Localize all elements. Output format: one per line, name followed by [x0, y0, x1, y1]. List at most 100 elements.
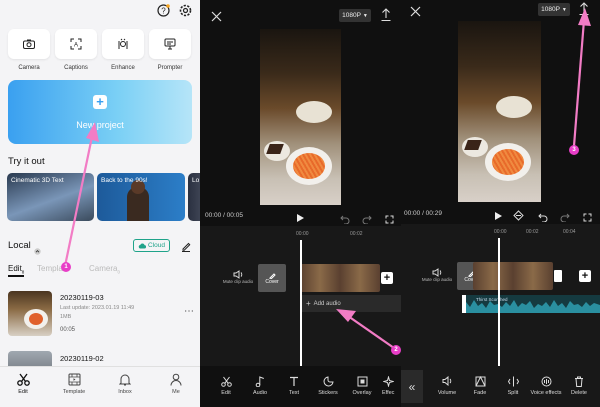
toolbar-volume[interactable]: Volume — [430, 374, 464, 396]
local-dropdown-icon[interactable] — [34, 242, 41, 260]
project-last-update: Last update: 2023.01.19 11:49 — [60, 305, 135, 311]
toolbar-audio-label: Audio — [252, 390, 268, 396]
playback-time: 00:00 / 00:05 — [205, 212, 243, 219]
nav-me-label: Me — [172, 389, 180, 395]
svg-text:A: A — [74, 43, 78, 49]
effects-sparkle-icon — [383, 375, 394, 387]
plus-icon: + — [306, 299, 311, 308]
toolbar-audio[interactable]: Audio — [243, 374, 277, 396]
playhead — [300, 240, 302, 366]
text-icon — [290, 376, 298, 386]
sticker-icon — [323, 375, 334, 386]
captions-tool-button[interactable]: A — [55, 29, 97, 59]
toolbar-effects[interactable]: Effec — [379, 374, 401, 396]
cover-button[interactable]: Cover — [258, 264, 286, 292]
scissors-icon — [220, 376, 232, 387]
toolbar-stickers-label: Stickers — [318, 390, 338, 396]
toolbar-voice-effects-label: Voice effects — [530, 390, 562, 396]
speaker-icon — [432, 268, 442, 277]
enhance-icon — [118, 38, 128, 49]
fade-icon — [475, 375, 485, 386]
video-clip-track[interactable] — [473, 262, 553, 290]
toolbar-edit[interactable]: Edit — [209, 374, 243, 396]
timeline-mark: 00:04 — [563, 229, 576, 235]
annotation-arrow-3 — [572, 8, 591, 147]
toolbar-text[interactable]: Text — [277, 374, 311, 396]
annotation-arrow-1 — [63, 122, 99, 267]
enhance-tool-label: Enhance — [111, 65, 135, 71]
camera-tool-button[interactable] — [8, 29, 50, 59]
resolution-label: 1080P — [541, 6, 560, 13]
settings-gear-icon[interactable] — [179, 4, 192, 22]
template-card-90s[interactable]: Back to the 90s! — [97, 173, 185, 221]
active-tab-underline — [8, 275, 24, 277]
edit-pencil-icon[interactable] — [181, 239, 191, 257]
nav-edit[interactable]: Edit — [3, 372, 43, 395]
prompter-icon — [164, 38, 176, 50]
cloud-icon — [138, 243, 146, 249]
timeline-mark: 00:02 — [526, 229, 539, 235]
close-icon[interactable] — [410, 4, 421, 22]
project-name-2: 20230119-02 — [60, 354, 104, 363]
plate-image — [296, 101, 332, 123]
toolbar-voice-effects[interactable]: Voice effects — [529, 374, 563, 396]
toolbar-split[interactable]: Split — [496, 374, 530, 396]
more-options-icon[interactable]: ⋯ — [184, 306, 195, 317]
clip-transition-button[interactable] — [554, 270, 562, 282]
trash-icon — [575, 376, 583, 387]
toolbar-effects-label: Effec — [382, 390, 395, 396]
cloud-label: Cloud — [148, 242, 165, 249]
filter-tab-edit[interactable]: Edit8 — [8, 264, 24, 275]
local-heading: Local — [8, 240, 31, 251]
back-chevron-icon[interactable]: « — [401, 370, 423, 403]
nav-template-label: Template — [62, 389, 86, 395]
nav-template[interactable]: Template — [54, 372, 94, 395]
audio-track[interactable]: Thirst Scorched — [462, 295, 600, 313]
video-preview[interactable] — [458, 21, 541, 202]
filter-tab-edit-count: 8 — [21, 269, 25, 275]
prompter-tool-button[interactable] — [149, 29, 191, 59]
speaker-icon — [233, 270, 243, 279]
video-clip-track[interactable] — [300, 264, 380, 292]
timeline-mark: 00:02 — [350, 231, 363, 237]
nav-edit-label: Edit — [18, 389, 28, 395]
help-icon[interactable]: ? — [157, 4, 170, 22]
scissors-icon — [16, 373, 30, 386]
playback-time: 00:00 / 00:29 — [404, 210, 442, 217]
project-size: 1MB — [60, 314, 72, 320]
fries-image — [492, 149, 524, 175]
export-upload-icon[interactable] — [381, 8, 391, 26]
project-name: 20230119-03 — [60, 293, 104, 302]
toolbar-fade[interactable]: Fade — [463, 374, 497, 396]
toolbar-overlay[interactable]: Overlay — [345, 374, 379, 396]
close-icon[interactable] — [211, 9, 222, 27]
toolbar-stickers[interactable]: Stickers — [311, 374, 345, 396]
nav-inbox[interactable]: Inbox — [105, 372, 145, 395]
split-icon — [507, 376, 519, 386]
template-card-partial[interactable]: Lo — [188, 173, 200, 221]
enhance-tool-button[interactable] — [102, 29, 144, 59]
food-thumbnail — [29, 313, 43, 325]
toolbar-split-label: Split — [507, 390, 519, 396]
project-thumbnail[interactable] — [8, 291, 52, 336]
edit-pencil-icon — [269, 272, 276, 279]
plus-icon: + — [93, 95, 107, 109]
fries-image — [293, 153, 325, 179]
person-icon — [170, 373, 182, 386]
add-clip-button[interactable]: + — [381, 272, 393, 284]
timeline-mark: 00:00 — [296, 231, 309, 237]
resolution-selector[interactable]: 1080P ▼ — [339, 9, 371, 22]
audio-trim-handle[interactable] — [462, 295, 466, 313]
toolbar-text-label: Text — [288, 390, 300, 396]
cloud-button[interactable]: Cloud — [133, 239, 170, 252]
template-icon — [68, 373, 80, 386]
toolbar-delete[interactable]: Delete — [562, 374, 596, 396]
video-preview[interactable] — [260, 29, 341, 205]
add-clip-button[interactable]: + — [579, 270, 591, 282]
toolbar-fade-label: Fade — [473, 390, 487, 396]
template-card-label: Lo — [192, 177, 200, 184]
mute-clip-audio-label: Mute clip audio — [421, 277, 453, 282]
resolution-label: 1080P — [342, 12, 361, 19]
annotation-badge-3: 3 — [569, 145, 579, 155]
nav-me[interactable]: Me — [156, 372, 196, 395]
